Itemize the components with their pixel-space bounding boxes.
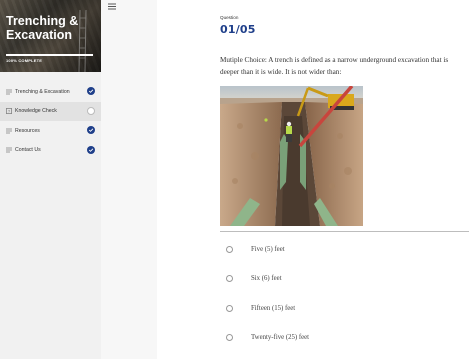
answer-choice[interactable]: Twenty-five (25) feet xyxy=(226,333,426,345)
lines-icon xyxy=(6,147,12,153)
answer-label: Twenty-five (25) feet xyxy=(251,334,310,341)
nav-item-trenching-excavation[interactable]: Trenching & Excavation xyxy=(0,82,101,102)
course-sidebar: Trenching & Excavation 100% COMPLETE Tre… xyxy=(0,0,101,359)
lines-icon xyxy=(6,128,12,133)
nav-item-label: Trenching & Excavation xyxy=(15,88,70,95)
check-icon xyxy=(87,87,95,95)
course-title: Trenching & Excavation xyxy=(6,14,79,42)
quiz-panel: Question 01/05 Mutiple Choice: A trench … xyxy=(157,0,469,359)
nav-item-label: Resources xyxy=(15,127,40,134)
progress-bar xyxy=(6,54,93,56)
quiz-icon: ? xyxy=(6,108,12,114)
question-text: Mutiple Choice: A trench is defined as a… xyxy=(220,56,449,76)
radio-button[interactable] xyxy=(226,275,233,282)
radio-button[interactable] xyxy=(226,334,233,341)
svg-text:?: ? xyxy=(8,109,11,114)
trench-excavation-photo xyxy=(220,86,363,226)
menu-strip xyxy=(101,0,157,359)
hamburger-menu-icon[interactable] xyxy=(108,3,116,10)
answer-label: Fifteen (15) feet xyxy=(251,305,296,312)
course-header-image: Trenching & Excavation 100% COMPLETE xyxy=(0,0,101,72)
lines-icon xyxy=(6,89,12,94)
nav-item-knowledge-check[interactable]: ? Knowledge Check xyxy=(0,101,101,121)
question-divider xyxy=(220,231,469,232)
question-number: 01/05 xyxy=(220,23,256,36)
lesson-nav: Trenching & Excavation ? Knowledge Check… xyxy=(0,82,101,160)
answer-label: Six (6) feet xyxy=(251,275,282,282)
answer-choice[interactable]: Six (6) feet xyxy=(226,274,426,286)
nav-item-contact-us[interactable]: Contact Us xyxy=(0,141,101,161)
nav-item-resources[interactable]: Resources xyxy=(0,121,101,141)
radio-button[interactable] xyxy=(226,305,233,312)
radio-button[interactable] xyxy=(226,246,233,253)
question-label: Question xyxy=(220,15,239,20)
answer-choice[interactable]: Fifteen (15) feet xyxy=(226,304,426,316)
answer-choice[interactable]: Five (5) feet xyxy=(226,245,426,257)
nav-item-label: Contact Us xyxy=(15,147,41,153)
answer-label: Five (5) feet xyxy=(251,246,285,253)
nav-item-label: Knowledge Check xyxy=(15,108,57,114)
check-icon xyxy=(87,145,95,154)
incomplete-circle-icon xyxy=(87,106,95,115)
progress-text: 100% COMPLETE xyxy=(6,58,43,63)
check-icon xyxy=(87,126,95,134)
